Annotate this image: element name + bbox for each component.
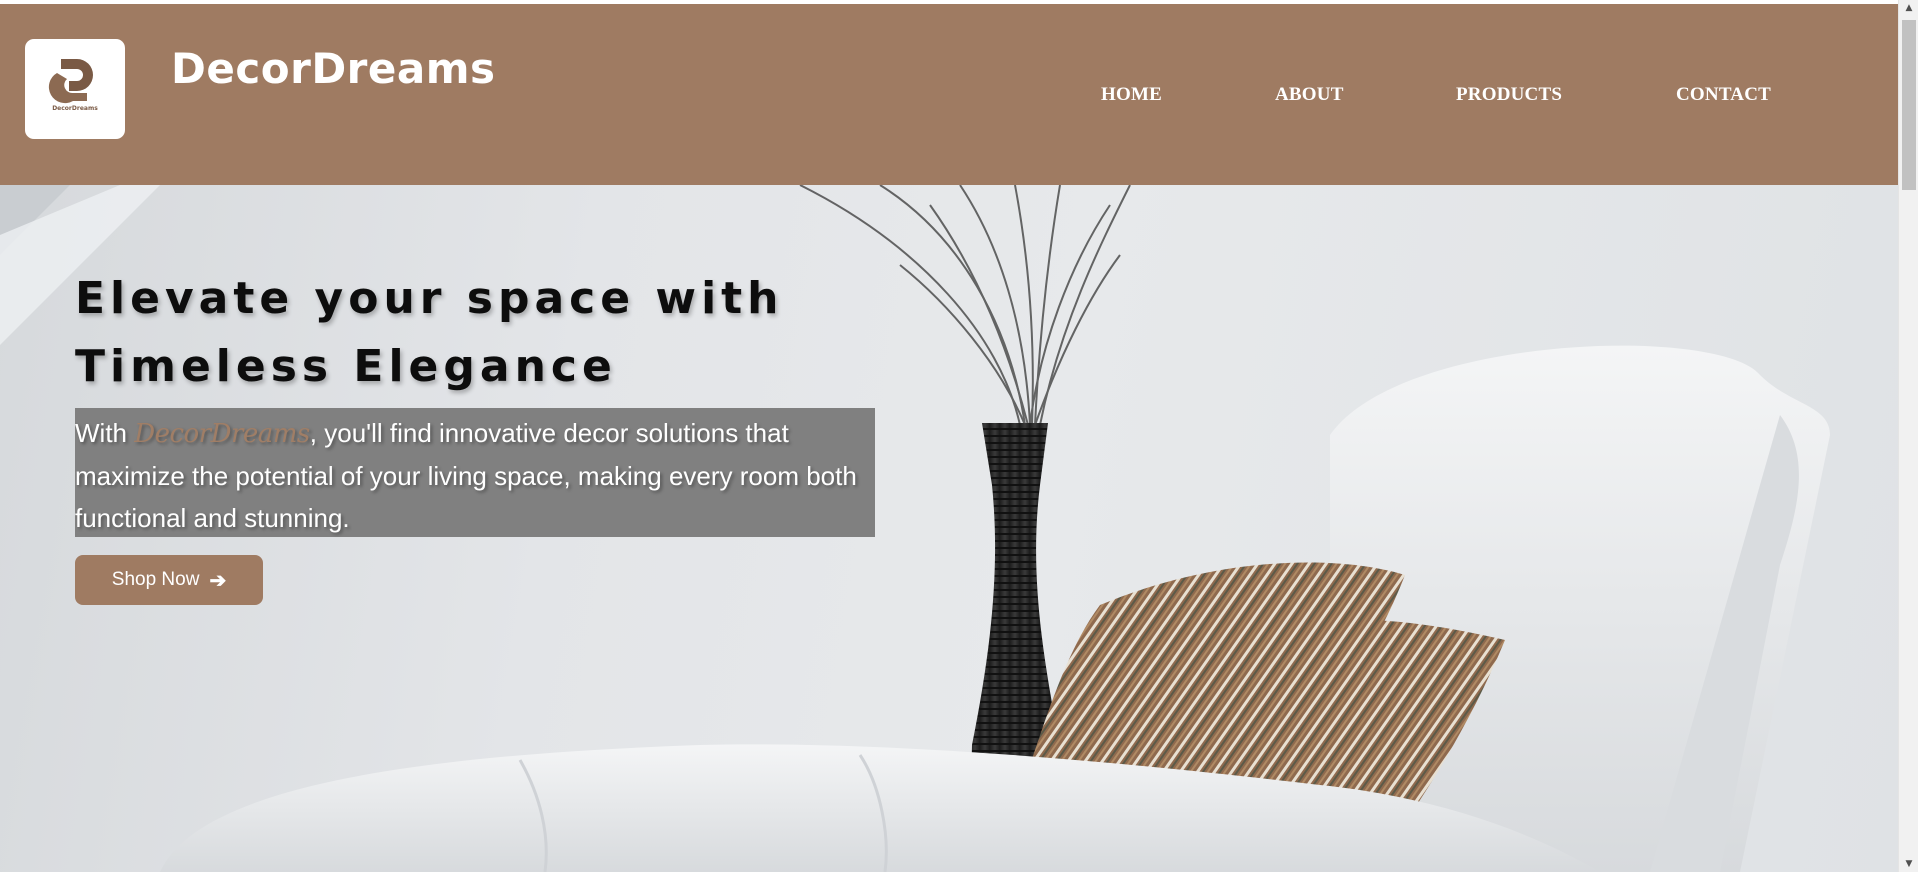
page-scrollbar[interactable]: ▲ ▼ bbox=[1898, 0, 1918, 872]
main-nav: HOME ABOUT PRODUCTS CONTACT bbox=[0, 84, 1898, 114]
arrow-right-icon: ➔ bbox=[209, 569, 227, 592]
desc-brand: DecorDreams bbox=[134, 419, 310, 449]
headline-line-1: Elevate your space with bbox=[75, 273, 784, 324]
hero-description: With DecorDreams, you'll find innovative… bbox=[75, 412, 875, 539]
desc-prefix: With bbox=[75, 418, 135, 448]
shop-now-button[interactable]: Shop Now ➔ bbox=[75, 555, 263, 605]
headline-line-2: Timeless Elegance bbox=[75, 341, 617, 392]
scroll-down-icon[interactable]: ▼ bbox=[1899, 856, 1918, 872]
scrollbar-thumb[interactable] bbox=[1902, 20, 1916, 190]
nav-about[interactable]: ABOUT bbox=[1275, 84, 1344, 106]
hero-headline: Elevate your space with Timeless Eleganc… bbox=[75, 265, 895, 401]
hero-section: Elevate your space with Timeless Eleganc… bbox=[0, 185, 1898, 872]
shop-now-label: Shop Now bbox=[111, 569, 200, 590]
nav-contact[interactable]: CONTACT bbox=[1676, 84, 1771, 106]
nav-products[interactable]: PRODUCTS bbox=[1456, 84, 1562, 106]
nav-home[interactable]: HOME bbox=[1101, 84, 1162, 106]
scroll-up-icon[interactable]: ▲ bbox=[1899, 0, 1918, 16]
site-header: DecorDreams DecorDreams HOME ABOUT PRODU… bbox=[0, 4, 1898, 185]
